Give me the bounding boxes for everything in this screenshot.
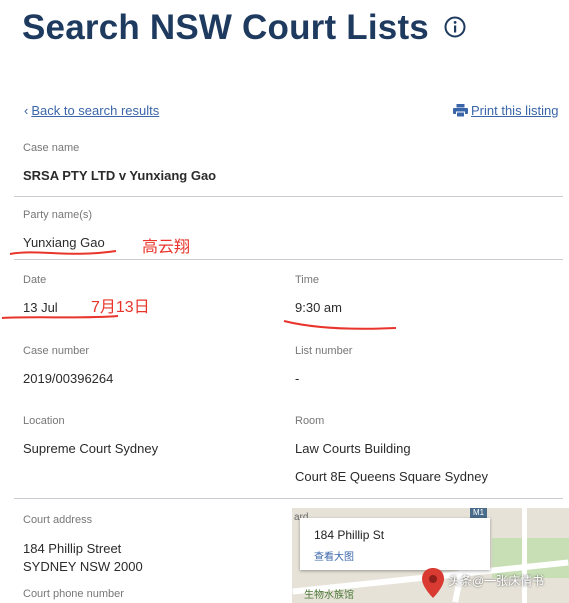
back-to-results-link[interactable]: ‹ Back to search results xyxy=(24,103,159,118)
date-chinese-annotation: 7月13日 xyxy=(91,299,150,316)
chevron-left-icon: ‹ xyxy=(24,103,29,118)
court-address-line2: SYDNEY NSW 2000 xyxy=(23,559,143,574)
printer-icon xyxy=(453,104,468,117)
case-name-value: SRSA PTY LTD v Yunxiang Gao xyxy=(23,168,217,183)
view-larger-map-link[interactable]: 查看大图 xyxy=(314,548,354,563)
court-phone-label: Court phone number xyxy=(23,588,124,600)
time-label: Time xyxy=(295,274,320,286)
time-underline-annotation xyxy=(283,320,397,330)
location-label: Location xyxy=(23,415,65,427)
map-pin-icon[interactable] xyxy=(422,568,444,598)
map-popup: 184 Phillip St 查看大图 xyxy=(300,518,490,570)
watermark: 头条@一张床情书 xyxy=(448,574,545,588)
location-value: Supreme Court Sydney xyxy=(23,441,159,456)
list-number-value: - xyxy=(295,371,300,386)
case-number-label: Case number xyxy=(23,345,90,357)
time-value: 9:30 am xyxy=(295,300,342,315)
back-link-label: Back to search results xyxy=(31,103,160,118)
info-circle-icon[interactable] xyxy=(444,16,466,38)
divider xyxy=(14,196,563,197)
map-poi-label: 生物水族馆 xyxy=(304,590,354,601)
map-popup-address: 184 Phillip St xyxy=(314,528,385,542)
room-label: Room xyxy=(295,415,325,427)
date-label: Date xyxy=(23,274,47,286)
party-underline-annotation xyxy=(9,250,117,255)
print-link-label: Print this listing xyxy=(471,103,559,118)
page-title: Search NSW Court Lists xyxy=(22,8,429,47)
room-value-line2: Court 8E Queens Square Sydney xyxy=(295,469,488,484)
party-name-label: Party name(s) xyxy=(23,209,93,221)
room-value-line1: Law Courts Building xyxy=(295,441,411,456)
party-chinese-annotation: 高云翔 xyxy=(142,239,191,256)
divider xyxy=(14,259,563,260)
court-address-label: Court address xyxy=(23,514,93,526)
list-number-label: List number xyxy=(295,345,353,357)
case-name-label: Case name xyxy=(23,142,80,154)
divider xyxy=(14,498,563,499)
court-address-line1: 184 Phillip Street xyxy=(23,541,122,556)
motorway-badge: M1 xyxy=(470,508,488,518)
print-listing-link[interactable]: Print this listing xyxy=(453,103,558,118)
case-number-value: 2019/00396264 xyxy=(23,371,114,386)
